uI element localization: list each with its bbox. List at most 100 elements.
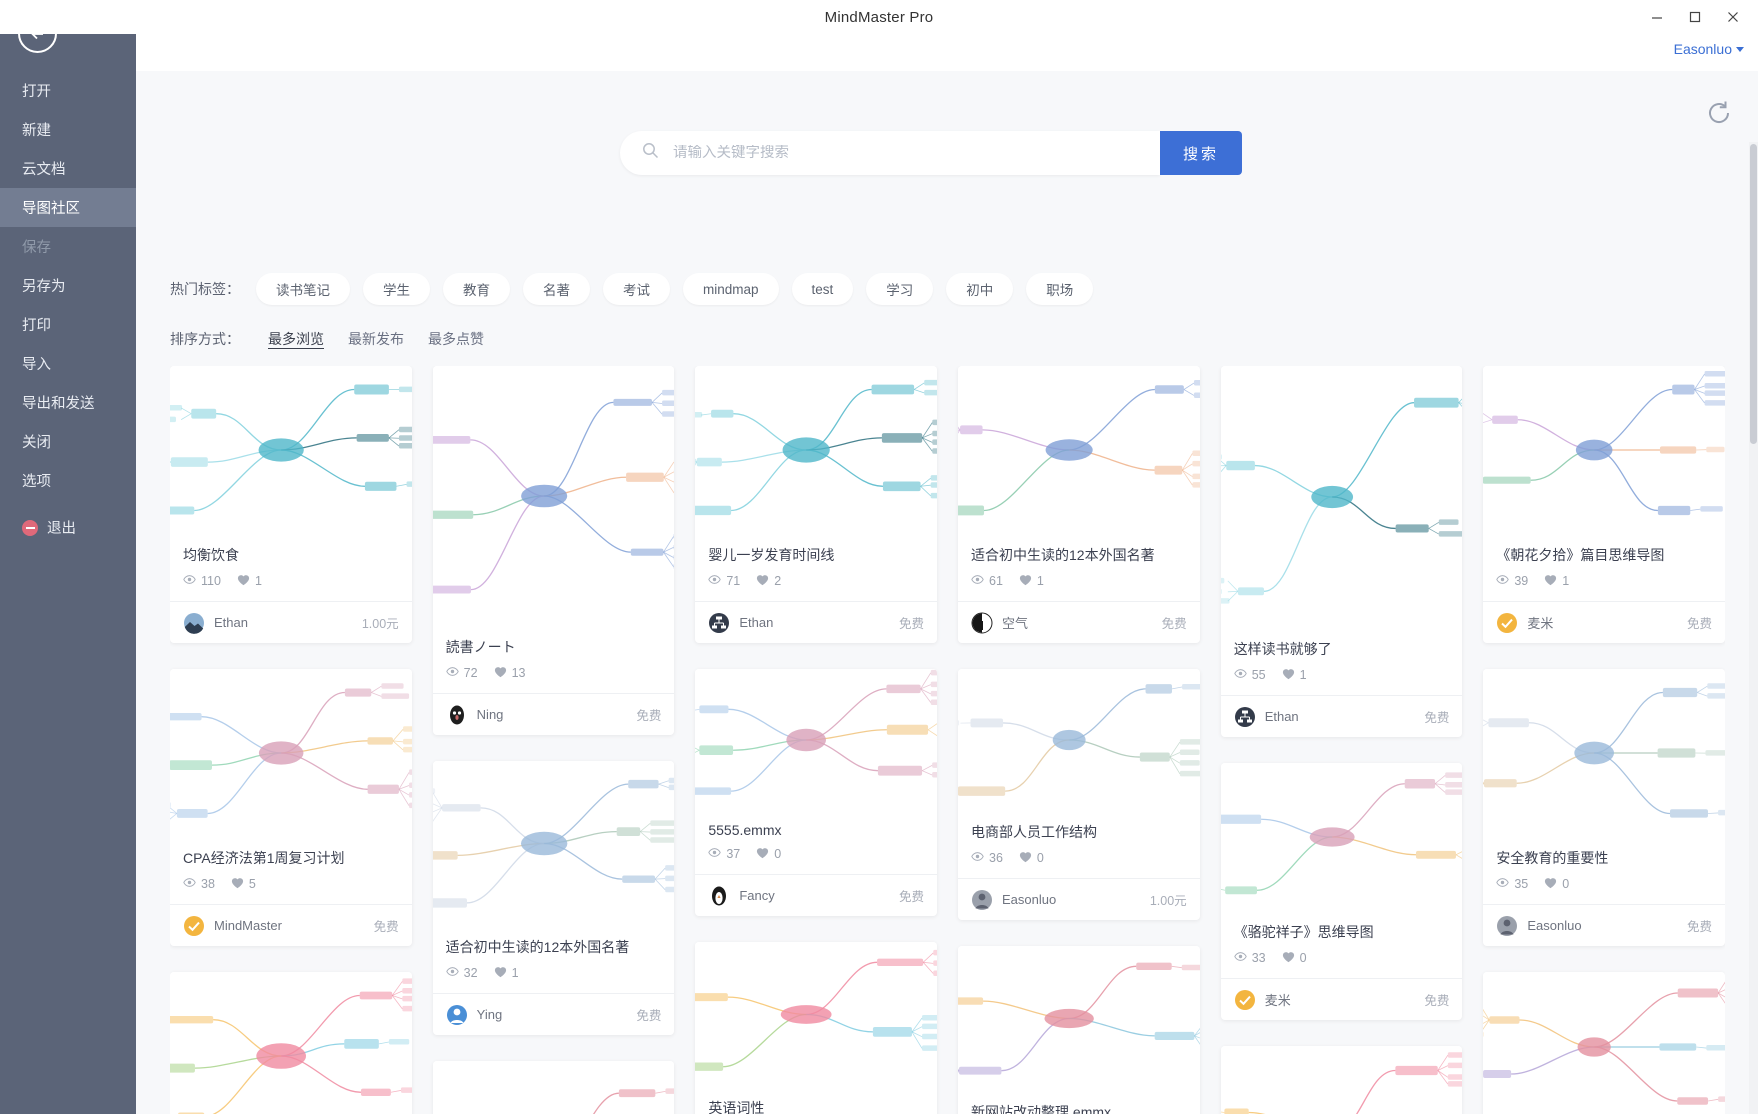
view-count: 71 [726, 574, 741, 588]
avatar [446, 704, 468, 726]
map-card[interactable] [432, 1061, 675, 1114]
tag-chip-4[interactable]: 考试 [603, 273, 670, 305]
heart-icon[interactable] [1544, 574, 1557, 589]
map-card[interactable]: 均衡饮食 110 1 Ethan 1.00元 [170, 366, 412, 643]
map-card[interactable]: 电商部人员工作结构 36 0 Easonluo 1.00元 [958, 669, 1200, 920]
card-meta: 新网站改动整理.emmx291 [958, 1091, 1200, 1114]
map-card[interactable]: 婴儿一岁发育时间线 71 2 Ethan 免费 [695, 366, 938, 643]
tag-chip-5[interactable]: mindmap [683, 273, 779, 305]
refresh-icon[interactable] [1704, 98, 1734, 128]
eye-icon [1496, 876, 1510, 892]
tag-chip-7[interactable]: 学习 [866, 273, 934, 305]
tag-chip-0[interactable]: 读书笔记 [256, 273, 350, 305]
sidebar-item-2[interactable]: 云文档 [0, 149, 136, 188]
map-card[interactable]: 这样读书就够了 55 1 Ethan 免费 [1220, 366, 1463, 737]
minimize-button[interactable] [1638, 3, 1676, 31]
map-card[interactable]: 英语词性310Ethan免费 [695, 942, 938, 1114]
map-card[interactable]: 安全教育的重要性 35 0 Easonluo 免费 [1483, 669, 1725, 946]
sidebar-nav: 打开 新建 云文档 导图社区保存另存为打印 导入 导出和发送 关闭 选项 [0, 71, 136, 500]
maximize-button[interactable] [1676, 3, 1714, 31]
author-name[interactable]: Fancy [739, 888, 899, 903]
author-name[interactable]: 麦米 [1527, 613, 1687, 632]
sidebar-item-1[interactable]: 新建 [0, 110, 136, 149]
map-card[interactable]: CPA经济法第1周复习计划 38 5 MindMaster 免费 [170, 669, 412, 946]
map-card[interactable]: 読書ノート 72 13 Ning 免费 [432, 366, 675, 735]
author-name[interactable]: 麦米 [1265, 990, 1425, 1009]
map-card[interactable]: 《骆驼祥子》思维导图 33 0 麦米 免费 [1220, 763, 1463, 1020]
tag-chip-6[interactable]: test [791, 273, 854, 305]
sidebar-item-label: 另存为 [22, 279, 66, 295]
map-card[interactable]: 适合初中生读的12本外国名著 32 1 Ying 免费 [432, 761, 675, 1035]
card-meta: 适合初中生读的12本外国名著 32 1 [433, 926, 675, 993]
sort-option-0[interactable]: 最多浏览 [268, 329, 324, 349]
sidebar-item-0[interactable]: 打开 [0, 71, 136, 110]
heart-icon[interactable] [1282, 668, 1295, 683]
sidebar-item-7[interactable]: 导入 [0, 344, 136, 383]
account-menu[interactable]: Easonluo [1674, 34, 1744, 64]
like-count: 1 [1562, 574, 1570, 588]
heart-icon[interactable] [494, 666, 507, 681]
heart-icon[interactable] [231, 877, 244, 892]
view-count: 38 [201, 877, 215, 891]
sidebar-item-8[interactable]: 导出和发送 [0, 383, 136, 422]
tag-chip-9[interactable]: 职场 [1026, 273, 1094, 305]
map-card[interactable]: 新网站改动整理.emmx291Fancy免费 [958, 946, 1200, 1114]
card-footer: Ethan 1.00元 [170, 601, 412, 643]
sidebar-item-logout[interactable]: 退出 [0, 508, 136, 547]
heart-icon[interactable] [1019, 851, 1032, 866]
tag-chip-2[interactable]: 教育 [443, 273, 510, 305]
author-name[interactable]: 空气 [1002, 613, 1162, 632]
author-name[interactable]: Ethan [1265, 709, 1425, 724]
card-footer: 麦米 免费 [1220, 978, 1463, 1020]
tag-chip-3[interactable]: 名著 [523, 273, 590, 305]
sidebar-item-10[interactable]: 选项 [0, 461, 136, 500]
like-count: 1 [254, 574, 262, 588]
close-button[interactable] [1714, 3, 1752, 31]
map-card[interactable]: 适合初中生读的12本外国名著 61 1 空气 免费 [958, 366, 1200, 643]
card-meta: 《骆驼祥子》思维导图 33 0 [1221, 911, 1463, 978]
heart-icon[interactable] [1544, 877, 1557, 892]
map-thumbnail [432, 366, 675, 626]
heart-icon[interactable] [756, 847, 769, 862]
sidebar-item-9[interactable]: 关闭 [0, 422, 136, 461]
author-name[interactable]: Easonluo [1527, 918, 1687, 933]
card-stats: 72 13 [445, 665, 662, 681]
author-name[interactable]: Ethan [739, 615, 899, 630]
tag-chip-8[interactable]: 初中 [946, 273, 1014, 305]
map-card[interactable]: 《鲁滨逊漂流记》思维导图293麦米免费 [170, 972, 412, 1114]
map-thumbnail [170, 366, 412, 534]
sort-option-2[interactable]: 最多点赞 [428, 329, 484, 349]
sort-option-1[interactable]: 最新发布 [348, 329, 404, 349]
card-footer: 空气 免费 [958, 601, 1200, 643]
scrollbar[interactable] [1749, 142, 1758, 1114]
view-count: 36 [989, 851, 1003, 865]
sidebar-item-5[interactable]: 另存为 [0, 266, 136, 305]
card-title: 《朝花夕拾》篇目思维导图 [1496, 547, 1665, 563]
map-card[interactable]: 《朝花夕拾》篇目思维导图 39 1 麦米 免费 [1483, 366, 1725, 643]
search-button[interactable]: 搜索 [1160, 131, 1242, 175]
map-card[interactable]: 《安徒生童话》思维导图280麦米免费 [1483, 972, 1725, 1114]
author-name[interactable]: Easonluo [1002, 892, 1150, 907]
search-box[interactable] [620, 131, 1160, 175]
map-card[interactable]: 《西游记》思维导图 [1220, 1046, 1463, 1114]
sidebar-item-label: 保存 [22, 240, 51, 256]
price-label: 免费 [636, 1009, 662, 1023]
author-name[interactable]: Ying [477, 1007, 637, 1022]
heart-icon[interactable] [1282, 951, 1295, 966]
sidebar-item-4: 保存 [0, 227, 136, 266]
grid-column-1: 読書ノート 72 13 Ning 免费 适合初中生读的12本外国名著 32 1 Ying 免费 [432, 366, 675, 1114]
sidebar-item-6[interactable]: 打印 [0, 305, 136, 344]
map-card[interactable]: 5555.emmx 37 0 Fancy 免费 [695, 669, 938, 916]
author-name[interactable]: Ning [477, 707, 637, 722]
scrollbar-thumb[interactable] [1750, 144, 1757, 444]
heart-icon[interactable] [494, 966, 507, 981]
heart-icon[interactable] [1019, 574, 1032, 589]
title-bar: MindMaster Pro [0, 0, 1758, 34]
author-name[interactable]: Ethan [214, 615, 362, 630]
sidebar-item-3[interactable]: 导图社区 [0, 188, 136, 227]
heart-icon[interactable] [237, 574, 250, 589]
author-name[interactable]: MindMaster [214, 918, 374, 933]
tag-chip-1[interactable]: 学生 [363, 273, 430, 305]
heart-icon[interactable] [756, 574, 769, 589]
search-input[interactable] [673, 145, 1160, 161]
